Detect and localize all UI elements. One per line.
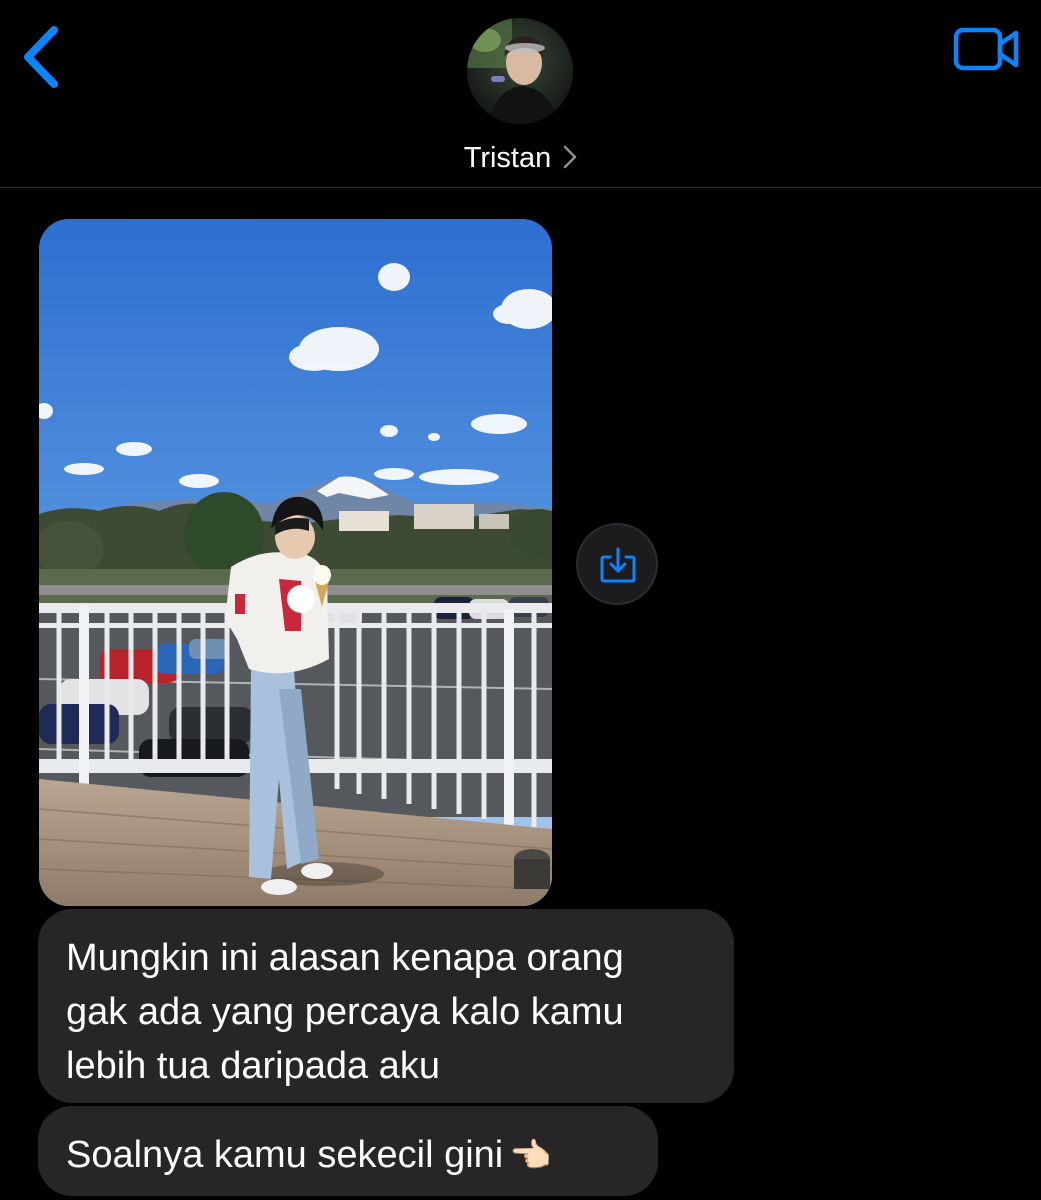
message-text-line: Mungkin ini alasan kenapa orang — [66, 937, 624, 979]
back-button[interactable] — [14, 20, 74, 94]
contact-name-button[interactable]: Tristan — [0, 138, 1041, 178]
contact-avatar-photo — [467, 18, 573, 124]
save-download-icon — [600, 547, 636, 583]
chevron-left-icon — [24, 26, 58, 88]
photo-attachment — [39, 219, 552, 906]
contact-name: Tristan — [463, 142, 552, 174]
video-call-button[interactable] — [952, 24, 1022, 74]
chevron-right-icon — [564, 146, 577, 169]
save-photo-button[interactable] — [576, 523, 658, 605]
pointing-hand-emoji: 👈🏻 — [509, 1137, 552, 1175]
photo-message[interactable] — [39, 219, 552, 906]
conversation-header: Tristan — [0, 0, 1041, 188]
chat-screen: Tristan Mungkin ini alasan kenapa orang … — [0, 0, 1041, 1200]
message-text-line: gak ada yang percaya kalo kamu — [66, 991, 624, 1033]
message-bubble[interactable]: Mungkin ini alasan kenapa orang gak ada … — [38, 909, 734, 1103]
message-bubble[interactable]: Soalnya kamu sekecil gini 👈🏻 — [38, 1106, 658, 1196]
avatar[interactable] — [467, 18, 573, 124]
video-camera-icon — [953, 27, 1019, 71]
message-text-line: lebih tua daripada aku — [66, 1045, 440, 1087]
message-text: Soalnya kamu sekecil gini — [66, 1134, 504, 1176]
